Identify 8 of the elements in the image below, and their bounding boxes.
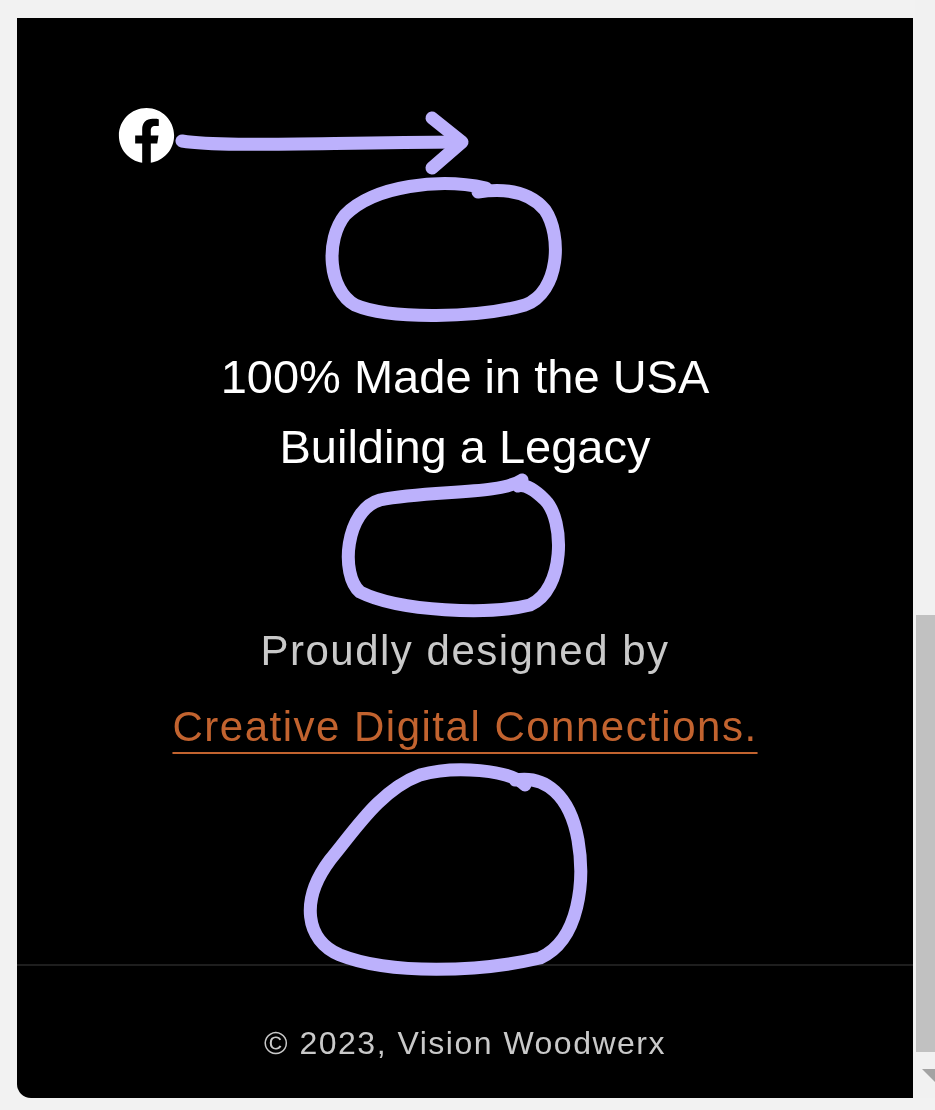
heading-line: 100% Made in the USA bbox=[220, 349, 710, 405]
facebook-icon[interactable] bbox=[118, 107, 175, 164]
heading-line: Building a Legacy bbox=[279, 419, 651, 475]
credit-text: Proudly designed by bbox=[260, 626, 670, 676]
scroll-down-icon[interactable] bbox=[922, 1069, 935, 1082]
copyright-text: © 2023, Vision Woodwerx bbox=[264, 1026, 666, 1060]
scrollbar-thumb[interactable] bbox=[916, 615, 935, 1052]
designer-link[interactable]: Creative Digital Connections. bbox=[172, 699, 758, 755]
